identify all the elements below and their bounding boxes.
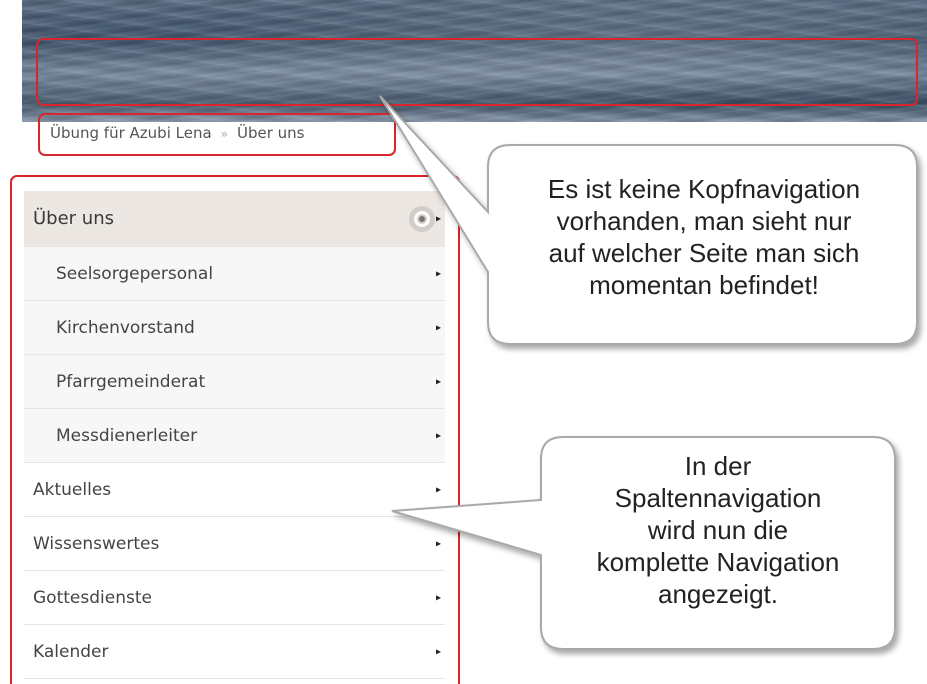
callout-line: komplette Navigation [596, 547, 840, 577]
callout-text-top: Es ist keine Kopfnavigation vorhanden, m… [495, 173, 913, 301]
callout-line: wird nun die [647, 515, 789, 545]
callout-line: In der [684, 451, 752, 481]
callout-line: Spaltennavigation [614, 483, 822, 513]
callout-line: Es ist keine Kopfnavigation [547, 174, 861, 204]
callout-line: vorhanden, man sieht nur [556, 206, 852, 236]
callout-line: auf welcher Seite man sich [548, 238, 860, 268]
callout-text-bottom: In der Spaltennavigation wird nun die ko… [548, 450, 888, 610]
callout-line: momentan befindet! [589, 270, 819, 300]
callout-line: angezeigt. [658, 579, 778, 609]
